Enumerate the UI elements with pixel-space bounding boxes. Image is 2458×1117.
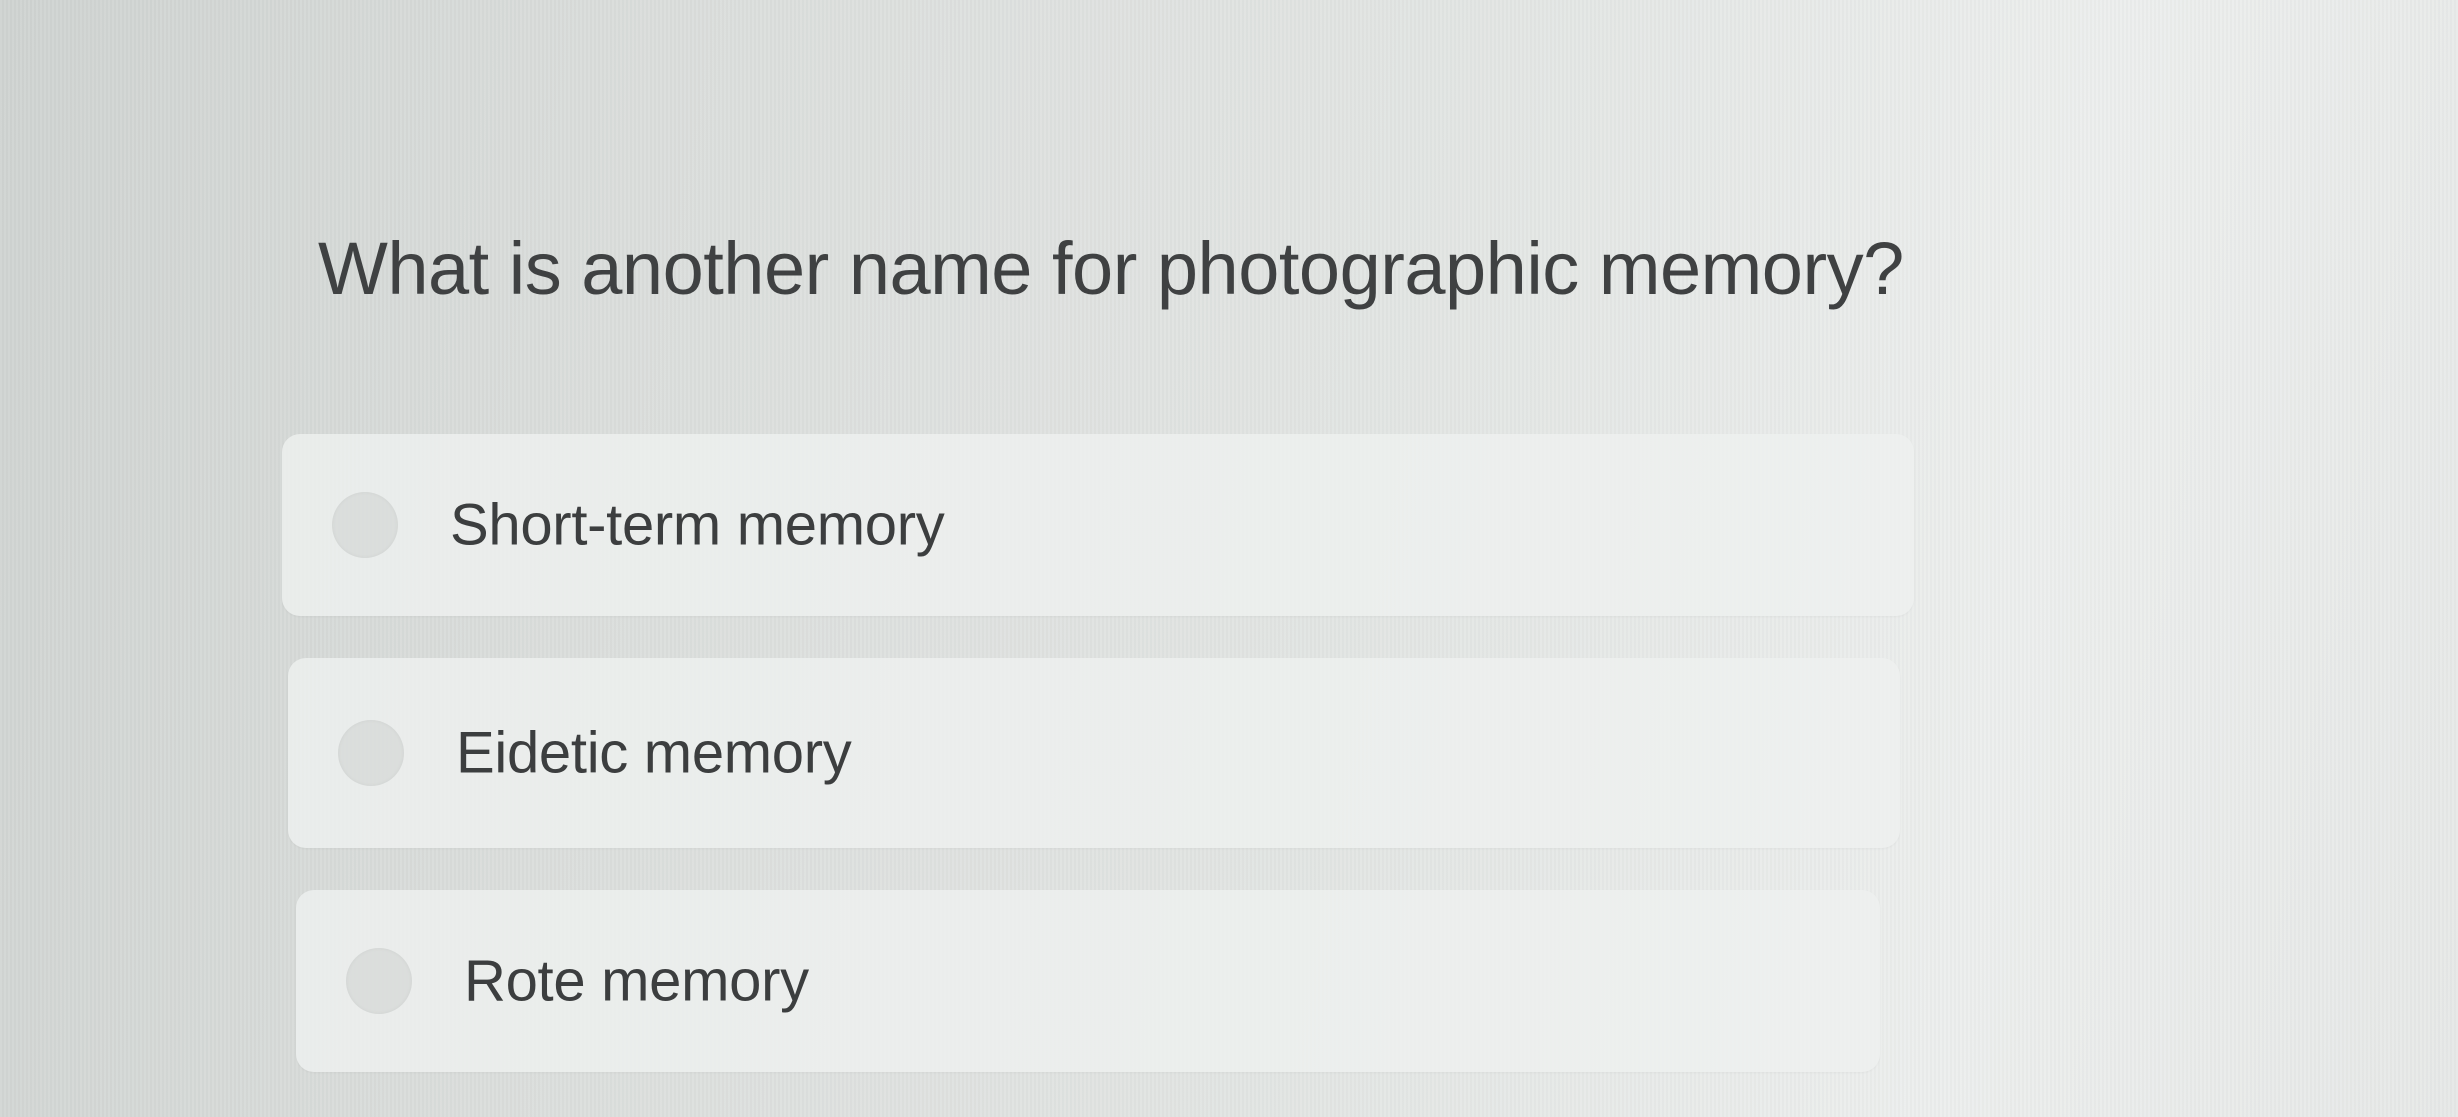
answer-option-short-term-memory[interactable]: Short-term memory <box>282 434 1914 616</box>
answer-option-label: Eidetic memory <box>456 720 852 786</box>
answer-options: Short-term memory Eidetic memory Rote me… <box>0 0 2458 1117</box>
answer-option-label: Rote memory <box>464 948 809 1014</box>
radio-button-icon[interactable] <box>338 720 404 786</box>
answer-option-eidetic-memory[interactable]: Eidetic memory <box>288 658 1900 848</box>
answer-option-label: Short-term memory <box>450 492 945 558</box>
radio-button-icon[interactable] <box>332 492 398 558</box>
answer-option-rote-memory[interactable]: Rote memory <box>296 890 1880 1072</box>
radio-button-icon[interactable] <box>346 948 412 1014</box>
